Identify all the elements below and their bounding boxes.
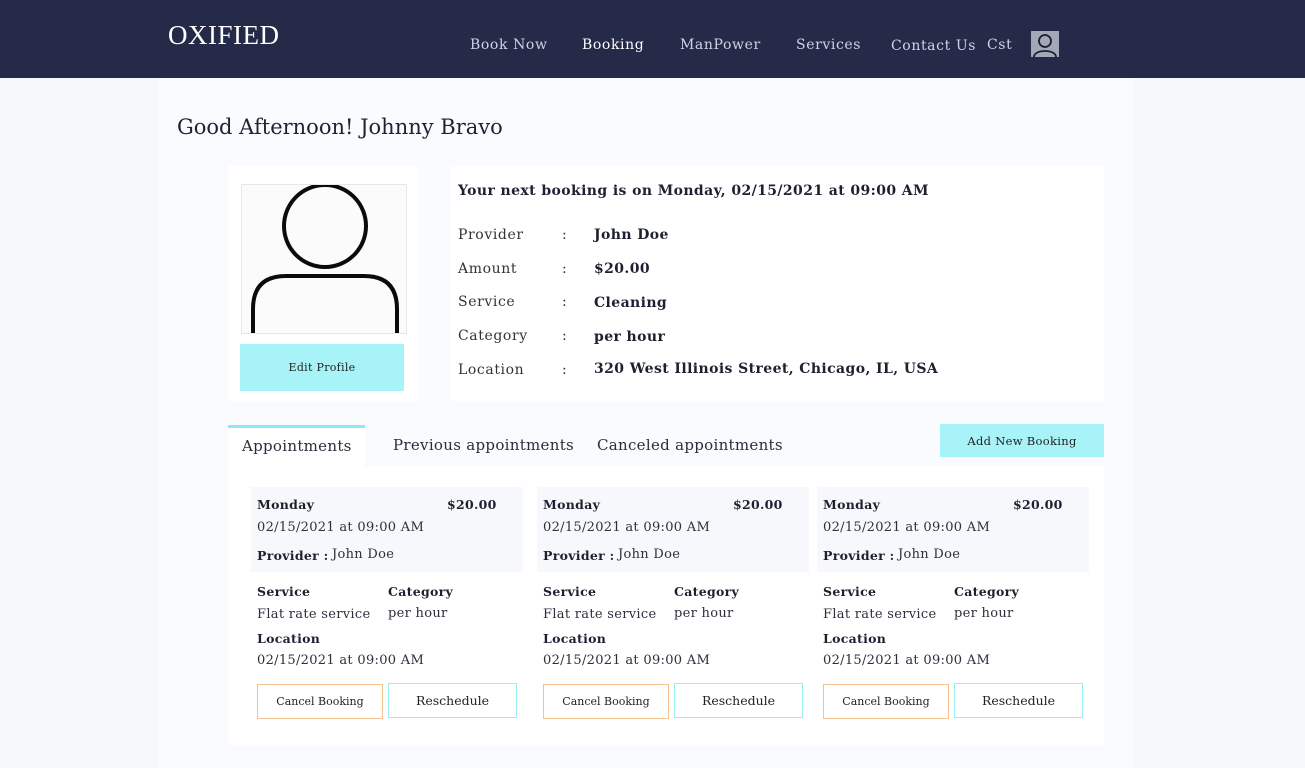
appointment-category: per hour (954, 606, 1014, 621)
appointment-location-label: Location (543, 631, 607, 646)
appointment-service: Flat rate service (823, 607, 937, 622)
appointment-service: Flat rate service (257, 607, 371, 622)
appointment-category-label: Category (674, 584, 740, 599)
next-booking-title: Your next booking is on Monday, 02/15/20… (458, 183, 929, 199)
user-avatar-icon[interactable] (1031, 31, 1059, 57)
appointment-location: 02/15/2021 at 09:00 AM (823, 653, 991, 668)
tab-canceled-appointments[interactable]: Canceled appointments (597, 425, 783, 467)
appointment-day: Monday (543, 497, 601, 512)
appointment-location: 02/15/2021 at 09:00 AM (543, 653, 711, 668)
appointment-datetime: 02/15/2021 at 09:00 AM (823, 520, 991, 535)
edit-profile-button[interactable]: Edit Profile (240, 344, 404, 391)
appointment-location: 02/15/2021 at 09:00 AM (257, 653, 425, 668)
tab-appointments[interactable]: Appointments (228, 425, 365, 467)
reschedule-button[interactable]: Reschedule (674, 683, 803, 718)
appointment-price: $20.00 (1013, 497, 1063, 512)
provider-value: John Doe (594, 227, 669, 243)
appointment-category: per hour (388, 606, 448, 621)
appointment-card: Monday $20.00 02/15/2021 at 09:00 AM Pro… (817, 487, 1092, 727)
appointment-location-label: Location (823, 631, 887, 646)
appointment-provider-label: Provider : (257, 548, 329, 563)
category-label: Category (458, 328, 528, 344)
appointment-provider-label: Provider : (543, 548, 615, 563)
appointment-service-label: Service (257, 584, 311, 599)
nav-link-book-now[interactable]: Book Now (470, 37, 548, 53)
nav-link-contact-us[interactable]: Contact Us (891, 38, 976, 54)
provider-separator: : (562, 227, 567, 243)
tab-previous-appointments[interactable]: Previous appointments (393, 425, 574, 467)
location-label: Location (458, 362, 525, 378)
appointment-day: Monday (257, 497, 315, 512)
appointment-datetime: 02/15/2021 at 09:00 AM (257, 520, 425, 535)
appointment-location-label: Location (257, 631, 321, 646)
appointment-provider: John Doe (618, 547, 681, 562)
appointment-datetime: 02/15/2021 at 09:00 AM (543, 520, 711, 535)
appointment-category: per hour (674, 606, 734, 621)
appointment-card: Monday $20.00 02/15/2021 at 09:00 AM Pro… (537, 487, 812, 727)
appointment-category-label: Category (388, 584, 454, 599)
user-placeholder-icon (241, 184, 407, 334)
nav-user-name[interactable]: Cst (987, 37, 1012, 53)
location-value: 320 West Illinois Street, Chicago, IL, U… (594, 361, 939, 377)
top-navbar: OXIFIED Book Now Booking ManPower Servic… (0, 0, 1305, 78)
appointment-card: Monday $20.00 02/15/2021 at 09:00 AM Pro… (251, 487, 526, 727)
cancel-booking-button[interactable]: Cancel Booking (257, 684, 383, 719)
appointment-provider: John Doe (898, 547, 961, 562)
service-label: Service (458, 294, 516, 310)
cancel-booking-button[interactable]: Cancel Booking (823, 684, 949, 719)
appointment-service-label: Service (823, 584, 877, 599)
nav-link-manpower[interactable]: ManPower (680, 37, 761, 53)
category-separator: : (562, 328, 567, 344)
reschedule-button[interactable]: Reschedule (954, 683, 1083, 718)
appointment-provider: John Doe (332, 547, 395, 562)
nav-link-booking[interactable]: Booking (582, 37, 644, 53)
cancel-booking-button[interactable]: Cancel Booking (543, 684, 669, 719)
add-new-booking-button[interactable]: Add New Booking (940, 424, 1104, 457)
category-value: per hour (594, 329, 666, 345)
brand-logo[interactable]: OXIFIED (168, 20, 280, 51)
appointment-provider-label: Provider : (823, 548, 895, 563)
provider-label: Provider (458, 227, 524, 243)
service-separator: : (562, 294, 567, 310)
appointment-price: $20.00 (447, 497, 497, 512)
amount-value: $20.00 (594, 261, 650, 277)
next-booking-card: Your next booking is on Monday, 02/15/20… (451, 166, 1104, 401)
appointment-category-label: Category (954, 584, 1020, 599)
location-separator: : (562, 362, 567, 378)
reschedule-button[interactable]: Reschedule (388, 683, 517, 718)
appointment-service-label: Service (543, 584, 597, 599)
greeting-heading: Good Afternoon! Johnny Bravo (177, 115, 503, 139)
appointment-service: Flat rate service (543, 607, 657, 622)
service-value: Cleaning (594, 295, 668, 311)
nav-link-services[interactable]: Services (796, 37, 861, 53)
profile-card: Edit Profile (228, 165, 418, 401)
amount-separator: : (562, 261, 567, 277)
appointment-day: Monday (823, 497, 881, 512)
appointment-price: $20.00 (733, 497, 783, 512)
amount-label: Amount (458, 261, 518, 277)
